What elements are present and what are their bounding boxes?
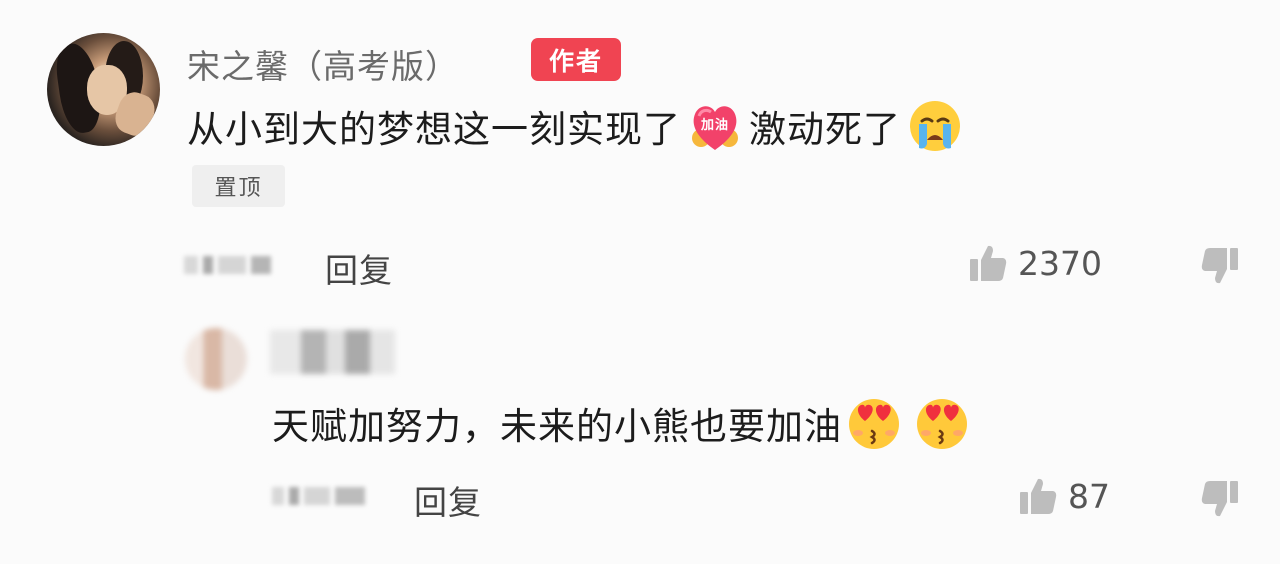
comment-text-part2: 激动死了 bbox=[749, 108, 901, 151]
reply-button[interactable]: 回复 bbox=[325, 244, 393, 292]
sticker-label: 加油 bbox=[700, 117, 729, 133]
thumbs-down-icon[interactable] bbox=[1200, 479, 1240, 519]
heart-sticker-icon: 加油 bbox=[692, 106, 738, 150]
reply-comment-body: 天赋加努力，未来的小熊也要加油 bbox=[272, 405, 842, 448]
author-badge: 作者 bbox=[531, 38, 621, 81]
reply-avatar[interactable] bbox=[185, 328, 247, 390]
like-count: 2370 bbox=[1018, 243, 1102, 283]
reply-like-count: 87 bbox=[1068, 476, 1110, 516]
reply-comment-text: 天赋加努力，未来的小熊也要加油 bbox=[272, 393, 976, 453]
thumbs-up-icon bbox=[1020, 478, 1057, 514]
comment-timestamp bbox=[184, 256, 271, 274]
pinned-tag: 置顶 bbox=[192, 165, 285, 207]
comment-text-part1: 从小到大的梦想这一刻实现了 bbox=[187, 108, 681, 151]
reply-like-button[interactable]: 87 bbox=[1018, 476, 1110, 516]
thumbs-down-icon[interactable] bbox=[1200, 246, 1240, 286]
crying-face-icon bbox=[910, 101, 960, 151]
author-avatar[interactable] bbox=[47, 33, 160, 146]
heart-eyes-face-icon bbox=[917, 399, 967, 449]
heart-eyes-face-icon bbox=[849, 399, 899, 449]
reply-username[interactable] bbox=[270, 330, 395, 374]
reply-timestamp bbox=[272, 487, 365, 505]
reply-reply-button[interactable]: 回复 bbox=[414, 476, 482, 524]
comment-username[interactable]: 宋之馨（高考版） bbox=[187, 40, 459, 88]
like-button[interactable]: 2370 bbox=[968, 243, 1102, 283]
comment-text: 从小到大的梦想这一刻实现了 加油 激动死了 bbox=[187, 96, 969, 156]
thumbs-up-icon bbox=[970, 245, 1007, 281]
